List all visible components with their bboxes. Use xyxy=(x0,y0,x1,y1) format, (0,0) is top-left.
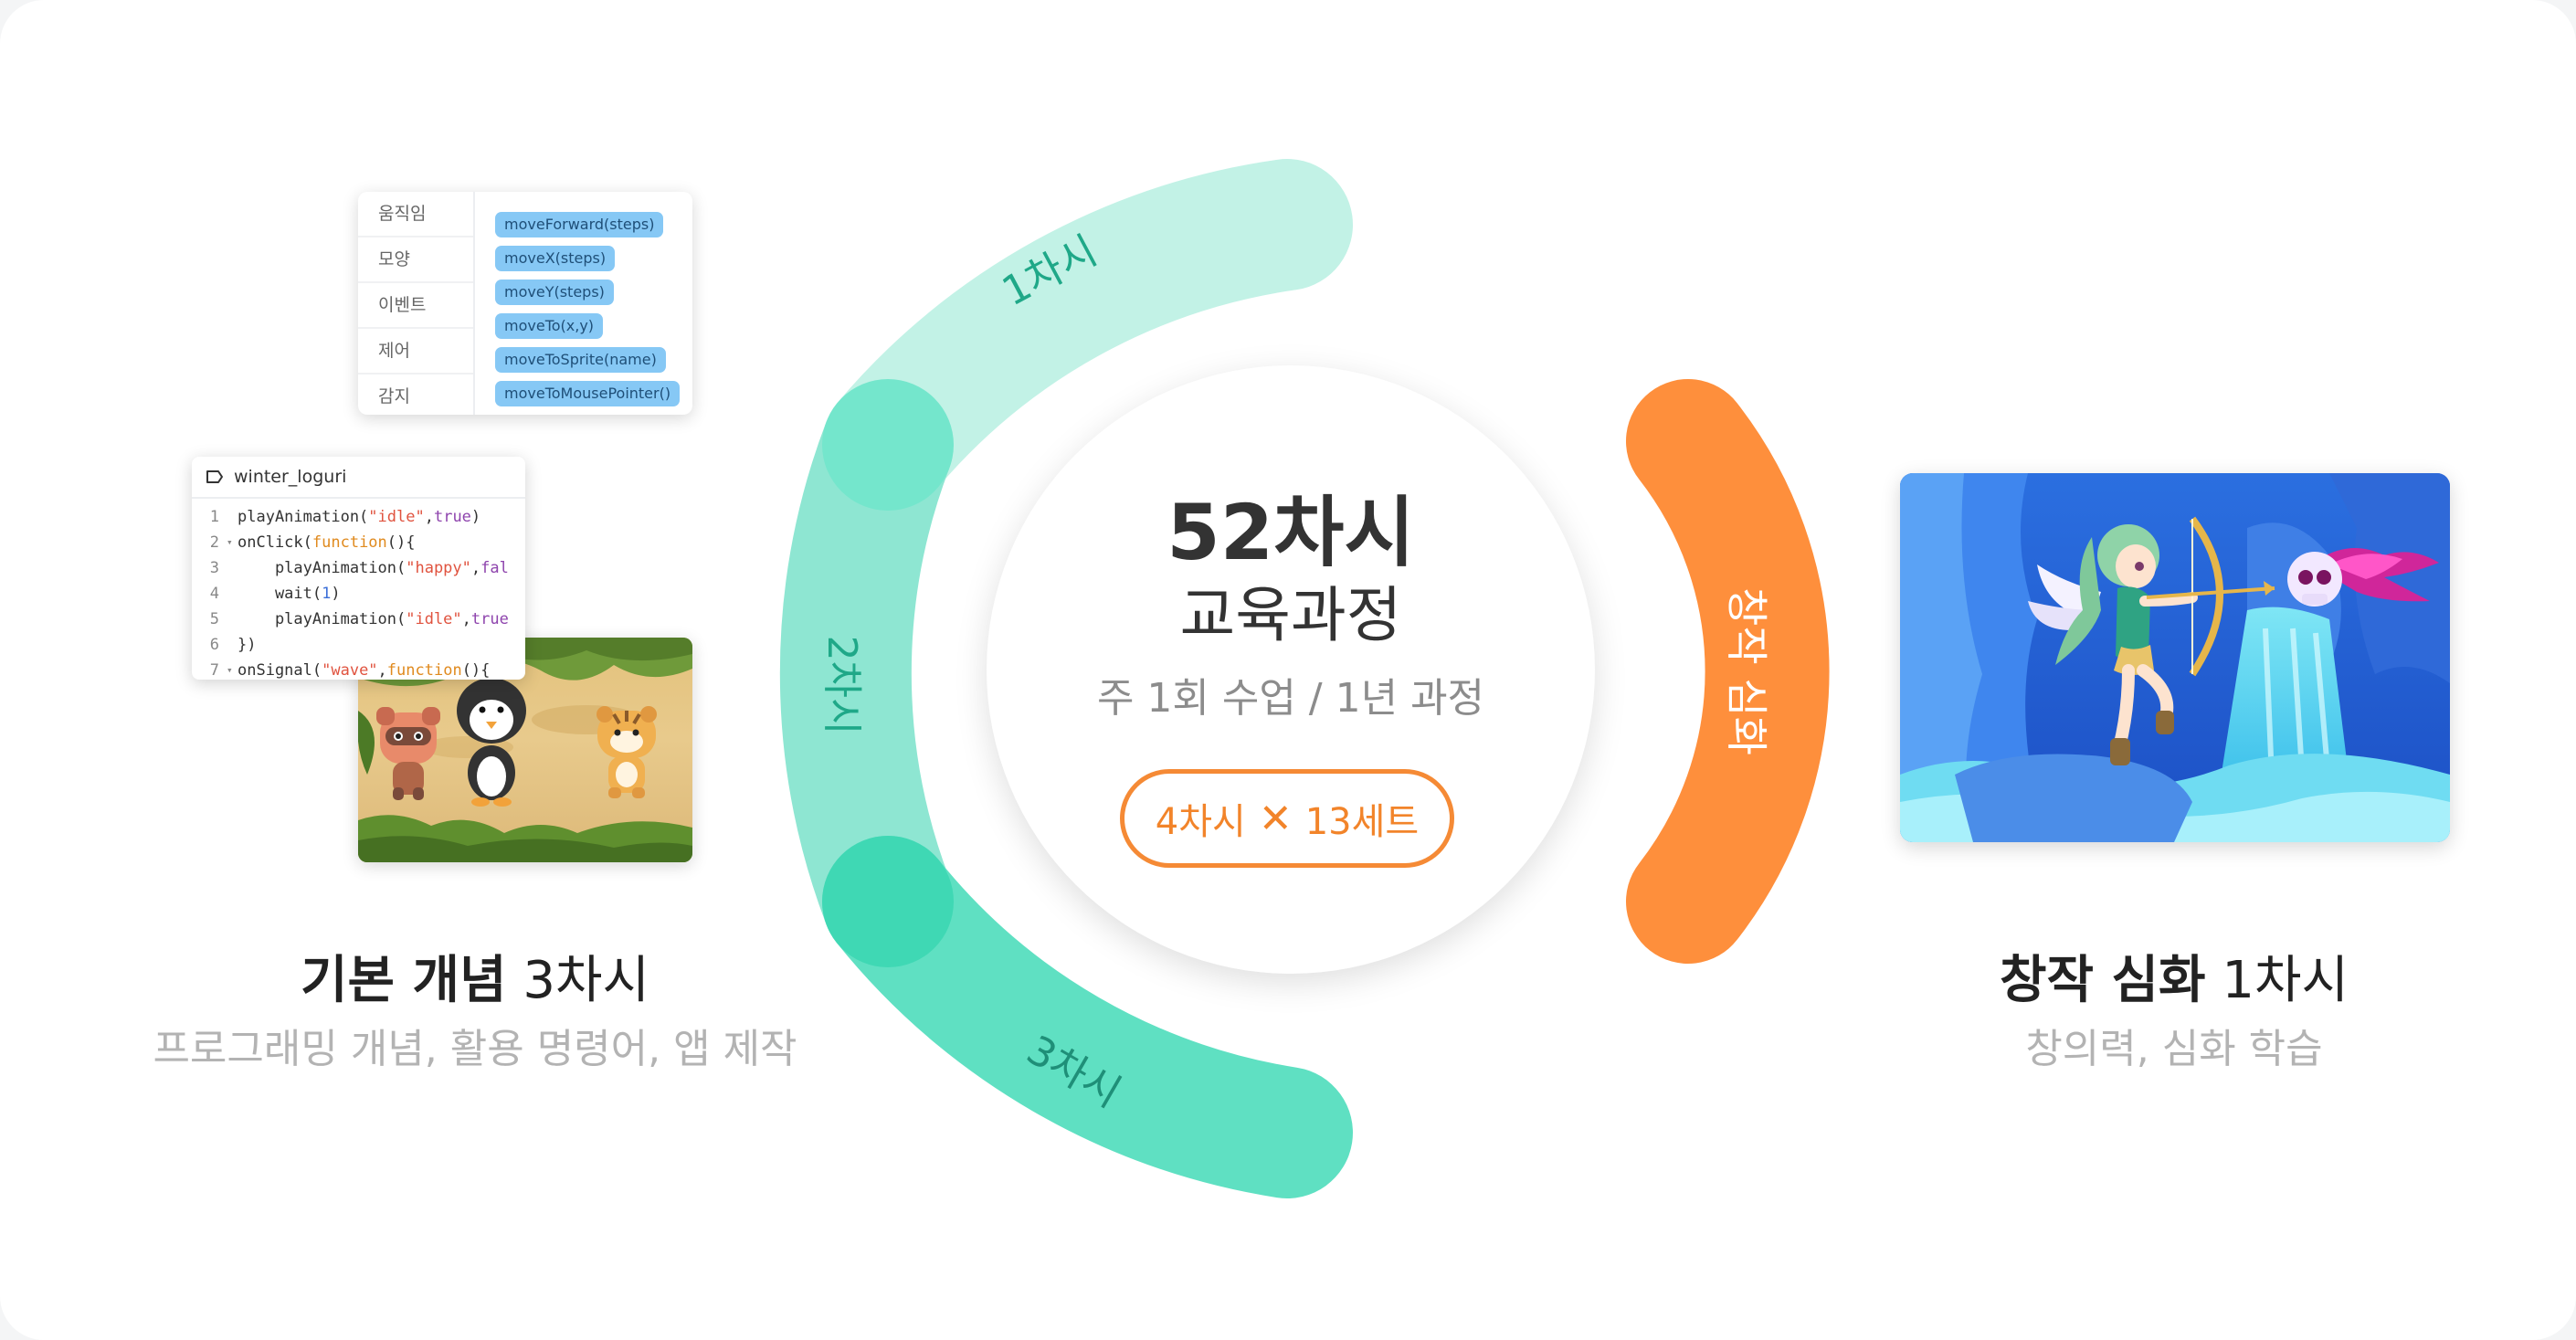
basic-concept-subtitle: 프로그래밍 개념, 활용 명령어, 앱 제작 xyxy=(153,1026,797,1072)
fold-toggle-icon xyxy=(227,555,238,581)
basic-concept-title: 기본 개념 3차시 xyxy=(128,939,822,1013)
fold-toggle-icon xyxy=(227,607,238,632)
palette-categories: 움직임 모양 이벤트 제어 감지 xyxy=(358,192,475,415)
palette-category[interactable]: 제어 xyxy=(358,329,473,375)
basic-concept-title-bold: 기본 개념 xyxy=(300,951,507,1010)
palette-category[interactable]: 움직임 xyxy=(358,192,473,237)
code-token: , xyxy=(461,610,471,628)
basic-concept-title-count: 3차시 xyxy=(506,951,650,1010)
code-token: "idle" xyxy=(368,508,425,526)
code-line[interactable]: 5 playAnimation("idle", true xyxy=(192,607,525,632)
code-token: , xyxy=(424,508,434,526)
code-line[interactable]: 1 playAnimation("idle", true) xyxy=(192,504,525,530)
code-token: function xyxy=(311,533,387,552)
fold-toggle-icon[interactable]: ▾ xyxy=(227,530,238,555)
code-block[interactable]: moveY(steps) xyxy=(495,280,614,305)
code-token: playAnimation( xyxy=(238,508,369,526)
code-block[interactable]: moveToMousePointer() xyxy=(495,381,681,406)
code-token: onSignal( xyxy=(238,661,322,680)
creative-title-count: 1차시 xyxy=(2205,951,2349,1010)
code-block[interactable]: moveTo(x,y) xyxy=(495,313,604,339)
fold-toggle-icon xyxy=(227,581,238,607)
code-token: 1 xyxy=(322,585,332,603)
fold-toggle-icon xyxy=(227,504,238,530)
code-token: wait( xyxy=(238,585,322,603)
editor-filename: winter_loguri xyxy=(234,467,347,487)
block-palette: 움직임 모양 이벤트 제어 감지 moveForward(steps) move… xyxy=(358,192,692,415)
palette-category[interactable]: 이벤트 xyxy=(358,283,473,329)
code-block[interactable]: moveForward(steps) xyxy=(495,212,664,237)
fold-toggle-icon xyxy=(227,632,238,658)
creative-subtitle: 창의력, 심화 학습 xyxy=(2025,1026,2323,1072)
code-token: true xyxy=(470,610,509,628)
palette-category[interactable]: 감지 xyxy=(358,375,473,415)
code-block[interactable]: moveToSprite(name) xyxy=(495,347,666,373)
creative-game-image xyxy=(1900,473,2450,842)
badge-sessions: 4차시 xyxy=(1155,801,1246,843)
label-session-2: 2차시 xyxy=(818,636,865,735)
arc-joint-top xyxy=(822,379,954,511)
code-token: playAnimation( xyxy=(238,559,406,577)
code-token: "happy" xyxy=(406,559,471,577)
creative-title-bold: 창작 심화 xyxy=(1999,951,2206,1010)
code-token: playAnimation( xyxy=(238,610,406,628)
curriculum-card: 1차시 2차시 3차시 창작 심화 움직임 모양 이벤트 제어 감지 moveF… xyxy=(0,0,2576,1340)
code-token: "idle" xyxy=(406,610,462,628)
archer-game-illustration xyxy=(1900,473,2450,842)
total-hours: 52차시 xyxy=(1167,488,1415,577)
creative-title: 창작 심화 1차시 xyxy=(1827,939,2521,1013)
arc-joint-bottom xyxy=(822,836,954,967)
code-token: ) xyxy=(331,585,341,603)
line-number: 7 xyxy=(209,661,219,680)
code-token: "wave" xyxy=(322,661,378,680)
code-line[interactable]: 6}) xyxy=(192,632,525,658)
code-line[interactable]: 2 ▾ onClick(function(){ xyxy=(192,530,525,555)
sprite-tab-icon xyxy=(206,470,223,483)
multiply-icon: ✕ xyxy=(1258,795,1293,842)
fold-toggle-icon[interactable]: ▾ xyxy=(227,658,238,680)
badge-sets: 13세트 xyxy=(1304,801,1420,843)
line-number: 1 xyxy=(209,508,219,526)
code-token: (){ xyxy=(386,533,416,552)
code-block[interactable]: moveX(steps) xyxy=(495,246,616,271)
weekly-schedule: 주 1회 수업 / 1년 과정 xyxy=(1096,675,1485,722)
code-line[interactable]: 7 ▾ onSignal("wave", function(){ xyxy=(192,658,525,680)
code-token: , xyxy=(377,661,387,680)
palette-blocks: moveForward(steps) moveX(steps) moveY(st… xyxy=(495,212,687,415)
code-line[interactable]: 4 wait(1) xyxy=(192,581,525,607)
code-line[interactable]: 3 playAnimation("happy", fal xyxy=(192,555,525,581)
set-structure-badge: 4차시 ✕ 13세트 xyxy=(1120,769,1454,868)
palette-category[interactable]: 모양 xyxy=(358,237,473,283)
code-token: (){ xyxy=(461,661,491,680)
line-number: 5 xyxy=(209,610,219,628)
code-token: onClick( xyxy=(238,533,312,552)
code-token: function xyxy=(386,661,462,680)
code-lines[interactable]: 1 playAnimation("idle", true) 2 ▾ onClick(fun… xyxy=(192,499,525,680)
line-number: 3 xyxy=(209,559,219,577)
editor-titlebar: winter_loguri xyxy=(192,457,525,499)
code-token: true xyxy=(433,508,471,526)
code-editor: winter_loguri 1 playAnimation("idle", true… xyxy=(192,457,525,680)
course-label: 교육과정 xyxy=(1179,580,1402,650)
line-number: 2 xyxy=(209,533,219,552)
line-number: 4 xyxy=(209,585,219,603)
label-creative: 창작 심화 xyxy=(1722,587,1771,755)
code-token: fal xyxy=(480,559,509,577)
line-number: 6 xyxy=(209,636,219,654)
code-token: ) xyxy=(470,508,481,526)
code-token: }) xyxy=(238,636,257,654)
code-token: , xyxy=(470,559,481,577)
